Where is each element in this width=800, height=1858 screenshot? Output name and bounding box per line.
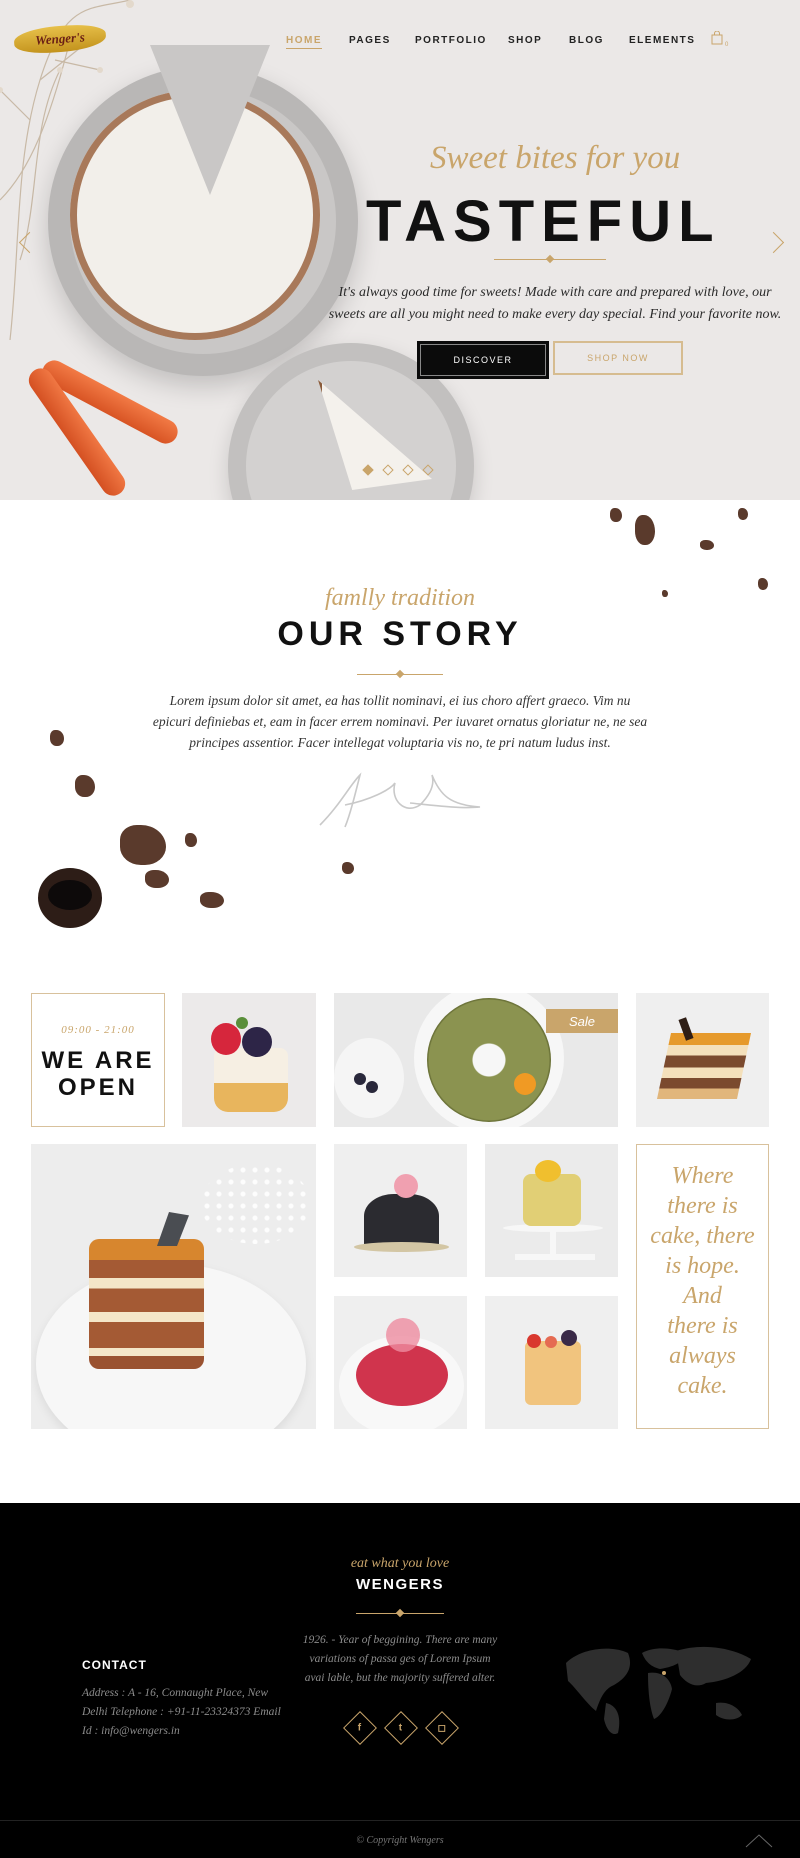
chocolate-crumb xyxy=(120,825,166,865)
product-image-lemon-cake[interactable] xyxy=(485,1144,618,1277)
nav-shop[interactable]: SHOP xyxy=(508,35,542,46)
quote-line: Where xyxy=(671,1163,734,1189)
story-description: Lorem ipsum dolor sit amet, ea has tolli… xyxy=(152,693,648,750)
hero-slider: Wenger's HOME PAGES PORTFOLIO SHOP BLOG … xyxy=(0,0,800,500)
slider-pagination xyxy=(362,464,434,476)
product-image-berry-cake[interactable] xyxy=(182,993,316,1127)
slider-dot[interactable] xyxy=(402,464,414,476)
slider-dot[interactable] xyxy=(382,464,394,476)
nav-blog[interactable]: BLOG xyxy=(569,35,604,46)
footer-separator xyxy=(0,1820,800,1821)
chocolate-crumb xyxy=(50,730,64,746)
world-map-image xyxy=(566,1646,751,1735)
chocolate-crumb xyxy=(700,540,714,550)
discover-button[interactable]: DISCOVER xyxy=(417,341,549,379)
hero-title: TASTEFUL xyxy=(366,189,721,254)
opening-hours-card: 09:00 - 21:00 WE ARE OPEN xyxy=(31,993,165,1127)
product-image-raspberry-tart[interactable] xyxy=(334,1296,467,1429)
quote-line: And xyxy=(683,1283,722,1309)
sale-badge: Sale xyxy=(546,1009,618,1033)
opening-hours-title: WE ARE OPEN xyxy=(32,1047,164,1101)
quote-line: cake, there xyxy=(650,1223,755,1249)
copyright-text: © Copyright Wengers xyxy=(356,1835,444,1846)
hero-description: It's always good time for sweets! Made w… xyxy=(328,285,782,322)
product-image-matcha-cake[interactable]: Sale xyxy=(334,993,618,1127)
main-navigation: Wenger's HOME PAGES PORTFOLIO SHOP BLOG … xyxy=(0,0,800,80)
twitter-icon[interactable]: t xyxy=(384,1711,418,1745)
arrow-up-icon[interactable] xyxy=(744,1825,774,1855)
contact-title: CONTACT xyxy=(82,1658,147,1672)
quote-text: Where there is cake, there is hope. And … xyxy=(637,1161,768,1401)
story-subtitle: famlly tradition xyxy=(325,585,475,611)
quote-line: there is xyxy=(667,1193,738,1219)
chocolate-crumb xyxy=(610,508,622,522)
footer-subtitle: eat what you love xyxy=(350,1556,450,1571)
quote-line: there is xyxy=(667,1313,738,1339)
story-title: OUR STORY xyxy=(277,615,523,653)
quote-line: always xyxy=(669,1343,736,1369)
footer-title: WENGERS xyxy=(355,1576,444,1593)
quote-line: cake. xyxy=(677,1373,728,1399)
slider-dot[interactable] xyxy=(422,464,434,476)
product-image-fruit-cake[interactable] xyxy=(485,1296,618,1429)
divider-diamond xyxy=(545,254,555,264)
instagram-icon[interactable]: ◻ xyxy=(425,1711,459,1745)
chocolate-crumb xyxy=(145,870,169,888)
arrow-right-icon[interactable] xyxy=(762,231,785,254)
facebook-icon[interactable]: f xyxy=(343,1711,377,1745)
product-image-layer-cake[interactable] xyxy=(31,1144,316,1429)
quote-line: is hope. xyxy=(665,1253,740,1279)
logo[interactable]: Wenger's xyxy=(13,22,107,56)
hero-subtitle: Sweet bites for you xyxy=(430,140,681,176)
logo-text: Wenger's xyxy=(34,29,86,48)
chocolate-crumb xyxy=(738,508,748,520)
chocolate-crumb xyxy=(200,892,224,908)
opening-hours-time: 09:00 - 21:00 xyxy=(61,1024,135,1036)
chocolate-crumb xyxy=(75,775,95,797)
slider-dot[interactable] xyxy=(362,464,374,476)
footer-about-text: 1926. - Year of beggining. There are man… xyxy=(302,1634,498,1684)
chocolate-crumb xyxy=(185,833,197,847)
shop-now-button[interactable]: SHOP NOW xyxy=(553,341,683,375)
chocolate-crumb xyxy=(635,515,655,545)
cart-count: 0 xyxy=(725,42,729,48)
nav-pages[interactable]: PAGES xyxy=(349,35,391,46)
opening-hours-title-line: WE ARE xyxy=(41,1047,155,1074)
contact-details: Address : A - 16, Connaught Place, New D… xyxy=(82,1687,281,1737)
quote-card: Where there is cake, there is hope. And … xyxy=(636,1144,769,1429)
signature-image xyxy=(319,772,481,828)
nav-home[interactable]: HOME xyxy=(286,35,322,49)
cart-icon[interactable] xyxy=(711,31,723,45)
footer: eat what you love WENGERS 1926. - Year o… xyxy=(0,1503,800,1858)
nav-elements[interactable]: ELEMENTS xyxy=(629,35,695,46)
product-image-chocolate-cake[interactable] xyxy=(334,1144,467,1277)
nav-portfolio[interactable]: PORTFOLIO xyxy=(415,35,487,46)
divider-diamond xyxy=(395,1608,405,1618)
chocolate-crumb xyxy=(342,862,354,874)
opening-hours-title-line: OPEN xyxy=(57,1074,138,1101)
chocolate-cup-image xyxy=(38,868,102,928)
product-image-caramel-slice[interactable] xyxy=(636,993,769,1127)
